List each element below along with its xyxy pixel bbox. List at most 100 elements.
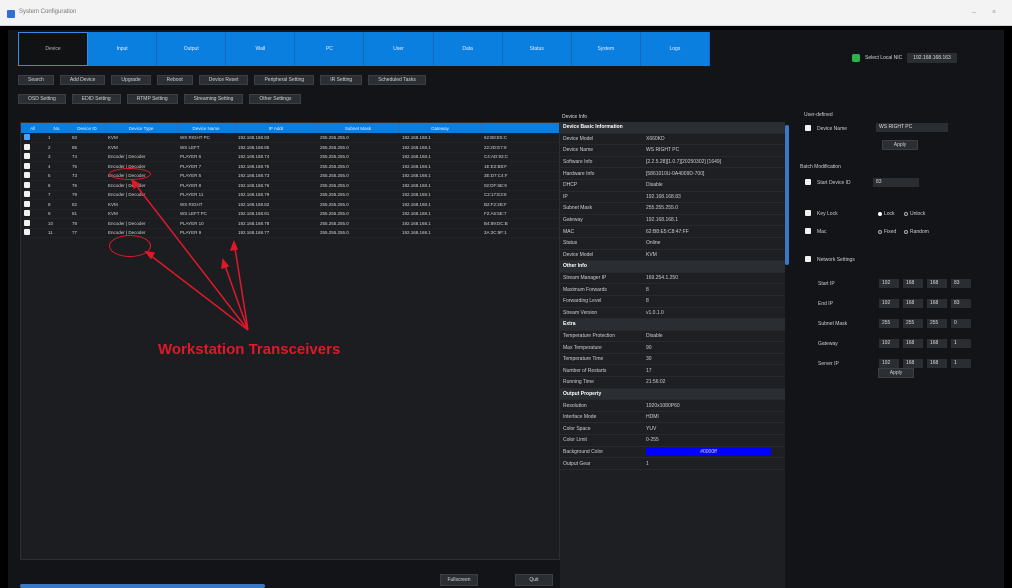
network-settings-checkbox[interactable] [805, 256, 811, 262]
lock-radio[interactable]: Lock [878, 211, 895, 217]
mac-checkbox[interactable] [805, 228, 811, 234]
info-row: Resolution 1920x1080P60 [560, 400, 785, 412]
window-title: System Configuration [19, 9, 77, 15]
info-key: Background Color [563, 448, 604, 455]
subnet-mask-octet-input[interactable]: 0 [951, 319, 971, 328]
info-row: Forwarding Level 8 [560, 296, 785, 308]
info-row: DHCP Disable [560, 180, 785, 192]
info-value: 1920x1080P60 [646, 402, 680, 409]
info-key: Color Space [563, 425, 591, 432]
start-ip-octet-input[interactable]: 168 [903, 279, 923, 288]
unlock-radio[interactable]: Unlock [904, 211, 925, 217]
unlock-label: Unlock [910, 211, 926, 217]
info-row: Interface Mode HDMI [560, 412, 785, 424]
info-key: Interface Mode [563, 414, 597, 421]
background-color-swatch[interactable]: #0000ff [646, 447, 771, 456]
lock-label: Lock [884, 211, 895, 217]
info-value: X660KD [646, 135, 665, 142]
info-row: MAC 62:B8:E5:C8:47:FF [560, 226, 785, 238]
minimize-button[interactable]: – [972, 9, 976, 16]
key-lock-checkbox[interactable] [805, 210, 811, 216]
server-ip-octet-input[interactable]: 168 [927, 359, 947, 368]
annotation-label: Workstation Transceivers [158, 341, 341, 358]
mac-label: Mac [817, 229, 827, 235]
fixed-label: Fixed [884, 229, 897, 235]
info-value: 169.254.1.250 [646, 275, 678, 282]
server-ip-octet-input[interactable]: 192 [879, 359, 899, 368]
device-name-input[interactable]: WS RIGHT PC [876, 123, 948, 132]
info-value: 30 [646, 356, 652, 363]
info-key: Running Time [563, 379, 594, 386]
info-row: Output Gear 1 [560, 458, 785, 470]
random-label: Random [910, 229, 929, 235]
server-ip-octet-input[interactable]: 168 [903, 359, 923, 368]
user-defined-heading: User-defined [804, 112, 833, 118]
info-value: WS RIGHT PC [646, 147, 680, 154]
gateway-octet-input[interactable]: 192 [879, 339, 899, 348]
info-row: Number of Restarts 17 [560, 365, 785, 378]
end-ip-label: End IP [818, 301, 834, 307]
annotation-arrow [233, 241, 249, 331]
vertical-scrollbar[interactable] [785, 125, 789, 265]
gateway-octet-input[interactable]: 1 [951, 339, 971, 348]
end-ip-octet-input[interactable]: 168 [927, 299, 947, 308]
fixed-radio[interactable]: Fixed [878, 229, 896, 235]
info-value: 0-255 [646, 437, 659, 444]
close-button[interactable]: × [992, 9, 996, 16]
info-key: Maximum Forwards [563, 286, 607, 293]
end-ip-octet-input[interactable]: 168 [903, 299, 923, 308]
info-key: IP [563, 193, 568, 200]
info-key: Hardware Info [563, 170, 595, 177]
info-value: 1 [646, 460, 649, 467]
device-name-checkbox[interactable] [805, 125, 811, 131]
info-row: Maximum Forwards 8 [560, 284, 785, 296]
apply-network-button[interactable]: Apply [878, 368, 914, 378]
info-value: [2.2.5.28][1.0.7][20250302] [1649] [646, 159, 722, 166]
info-section-header: Extra [560, 319, 785, 331]
start-device-id-input[interactable]: 83 [873, 178, 919, 187]
subnet-mask-octet-input[interactable]: 255 [927, 319, 947, 328]
arrow-head [221, 258, 230, 270]
fullscreen-button[interactable]: Fullscreen [440, 574, 478, 586]
info-row: Color Limit 0-255 [560, 435, 785, 447]
info-key: Stream Manager IP [563, 275, 607, 282]
radio-icon [878, 229, 882, 234]
subnet-mask-octet-input[interactable]: 255 [879, 319, 899, 328]
info-key: Device Name [563, 147, 594, 154]
subnet-mask-octet-input[interactable]: 255 [903, 319, 923, 328]
start-ip-octet-input[interactable]: 168 [927, 279, 947, 288]
info-value: HDMI [646, 414, 659, 421]
info-key: Forwarding Level [563, 298, 602, 305]
info-value: 62:B8:E5:C8:47:FF [646, 228, 689, 235]
title-bar: System Configuration – × [0, 0, 1012, 26]
gateway-octet-input[interactable]: 168 [927, 339, 947, 348]
radio-icon [904, 229, 908, 234]
info-row: Stream Version v1.0.1.0 [560, 308, 785, 320]
server-ip-octet-input[interactable]: 1 [951, 359, 971, 368]
end-ip-octet-input[interactable]: 83 [951, 299, 971, 308]
settings-sidebar: User-defined Device Name WS RIGHT PC App… [800, 112, 1000, 412]
info-section-header: Other Info [560, 261, 785, 273]
start-ip-octet-input[interactable]: 192 [879, 279, 899, 288]
apply-button[interactable]: Apply [882, 140, 918, 150]
network-settings-label: Network Settings [817, 257, 855, 263]
info-key: Device Model [563, 135, 594, 142]
info-value: 17 [646, 367, 652, 374]
info-key: Number of Restarts [563, 367, 607, 374]
device-name-label: Device Name [817, 126, 848, 132]
random-radio[interactable]: Random [904, 229, 929, 235]
start-device-id-label: Start Device ID [817, 180, 851, 186]
end-ip-octet-input[interactable]: 192 [879, 299, 899, 308]
app-window: Device Input Output Wall PC User Data St… [8, 30, 1004, 588]
info-value: KVM [646, 251, 657, 258]
quit-button[interactable]: Quit [515, 574, 553, 586]
info-value: 8 [646, 286, 649, 293]
info-row: Status Online [560, 238, 785, 250]
start-ip-octet-input[interactable]: 83 [951, 279, 971, 288]
info-section-header: Device Basic Information [560, 122, 785, 134]
gateway-octet-input[interactable]: 168 [903, 339, 923, 348]
start-device-id-checkbox[interactable] [805, 179, 811, 185]
info-value: 192.168.168.83 [646, 193, 681, 200]
info-key: Color Limit [563, 437, 587, 444]
info-key: Max Temperature [563, 344, 602, 351]
